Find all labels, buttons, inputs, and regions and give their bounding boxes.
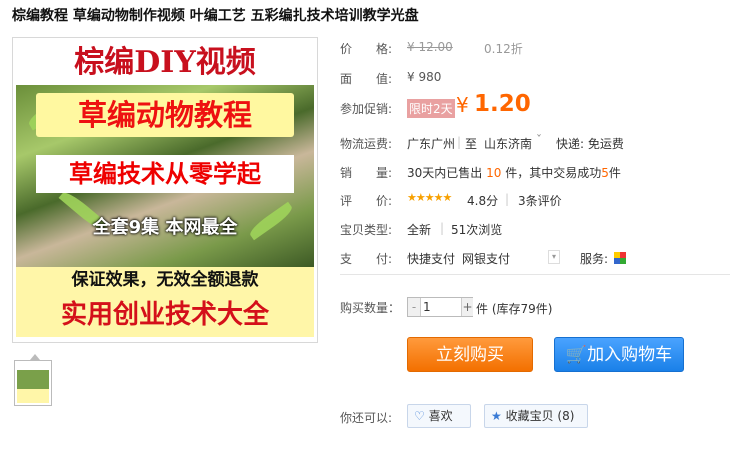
sales-count: 10 [486,166,502,180]
face-value-label: 面 值: [340,72,393,86]
price-label: 价 格: [340,42,393,56]
shipping-sep: 至 [465,137,478,151]
promo-price: 1.20 [474,91,531,117]
product-thumbnail[interactable] [14,360,52,406]
reviews-link[interactable]: 3条评价 [518,192,562,209]
promo-badge: 限时2天 [407,99,455,118]
promo-label: 参加促销: [340,102,393,116]
product-main-image[interactable]: 棕编DIY视频 草编动物教程 草编技术从零学起 全套9集 本网最全 保证效果，无… [12,37,318,343]
discount-rate: 0.12折 [484,42,523,56]
destination-dropdown-icon[interactable]: ˇ [536,133,542,147]
image-footer: 实用创业技术大全 [16,293,314,337]
quantity-stepper[interactable]: - 1 + [407,297,473,317]
payment-label: 支 付: [340,252,393,266]
rating-stars-icon: ★★★★★ [407,191,452,204]
quantity-decrease-button[interactable]: - [408,298,421,316]
sales-label: 销 量: [340,166,393,180]
stock-info: 件 (库存79件) [476,302,553,316]
buy-now-button[interactable]: 立刻购买 [407,337,533,372]
success-count: 5 [601,166,609,180]
product-title: 棕编教程 草编动物制作视频 叶编工艺 五彩编扎技术培训教学光盘 [12,8,419,24]
rating-label: 评 价: [340,194,393,208]
sales-text: 30天内已售出 10 件，其中交易成功5件 [407,166,621,180]
image-guarantee: 保证效果，无效全额退款 [16,267,314,293]
divider [340,274,730,275]
add-to-cart-label: 加入购物车 [587,345,673,365]
quantity-input[interactable]: 1 [421,298,463,316]
service-badge-icon[interactable] [614,251,626,265]
add-to-cart-button[interactable]: 🛒加入购物车 [554,337,684,372]
image-episodes: 全套9集 本网最全 [92,217,238,238]
image-heading: 棕编DIY视频 [16,41,314,85]
promo-currency: ¥ [456,93,469,117]
quantity-increase-button[interactable]: + [461,298,473,316]
star-icon: ★ [491,409,502,423]
cart-icon: 🛒 [565,345,588,365]
also-label: 你还可以: [340,411,393,425]
view-count: 51次浏览 [451,223,503,237]
shipping-from: 广东广州 [407,137,456,151]
heart-icon: ♡ [414,409,425,423]
shipping-destination[interactable]: 山东济南 [484,135,532,152]
item-condition: 全新 [407,223,432,237]
payment-dropdown-icon[interactable]: ▾ [548,250,560,264]
shipping-label: 物流运费: [340,137,393,151]
payment-quick: 快捷支付 [407,252,456,266]
original-price: ¥ 12.00 [407,40,453,54]
like-button[interactable]: ♡ 喜欢 [407,404,471,428]
payment-bank: 网银支付 [462,252,511,266]
favorite-button[interactable]: ★ 收藏宝贝 (8) [484,404,588,428]
image-tagline: 草编技术从零学起 [36,155,294,193]
shipping-method: 快递: 免运费 [556,137,624,151]
quantity-label: 购买数量： [340,301,401,315]
face-value: ¥ 980 [407,70,442,84]
type-label: 宝贝类型: [340,223,393,237]
service-label: 服务: [580,252,609,266]
image-subheading: 草编动物教程 [36,93,294,137]
rating-score: 4.8分 [467,194,499,208]
